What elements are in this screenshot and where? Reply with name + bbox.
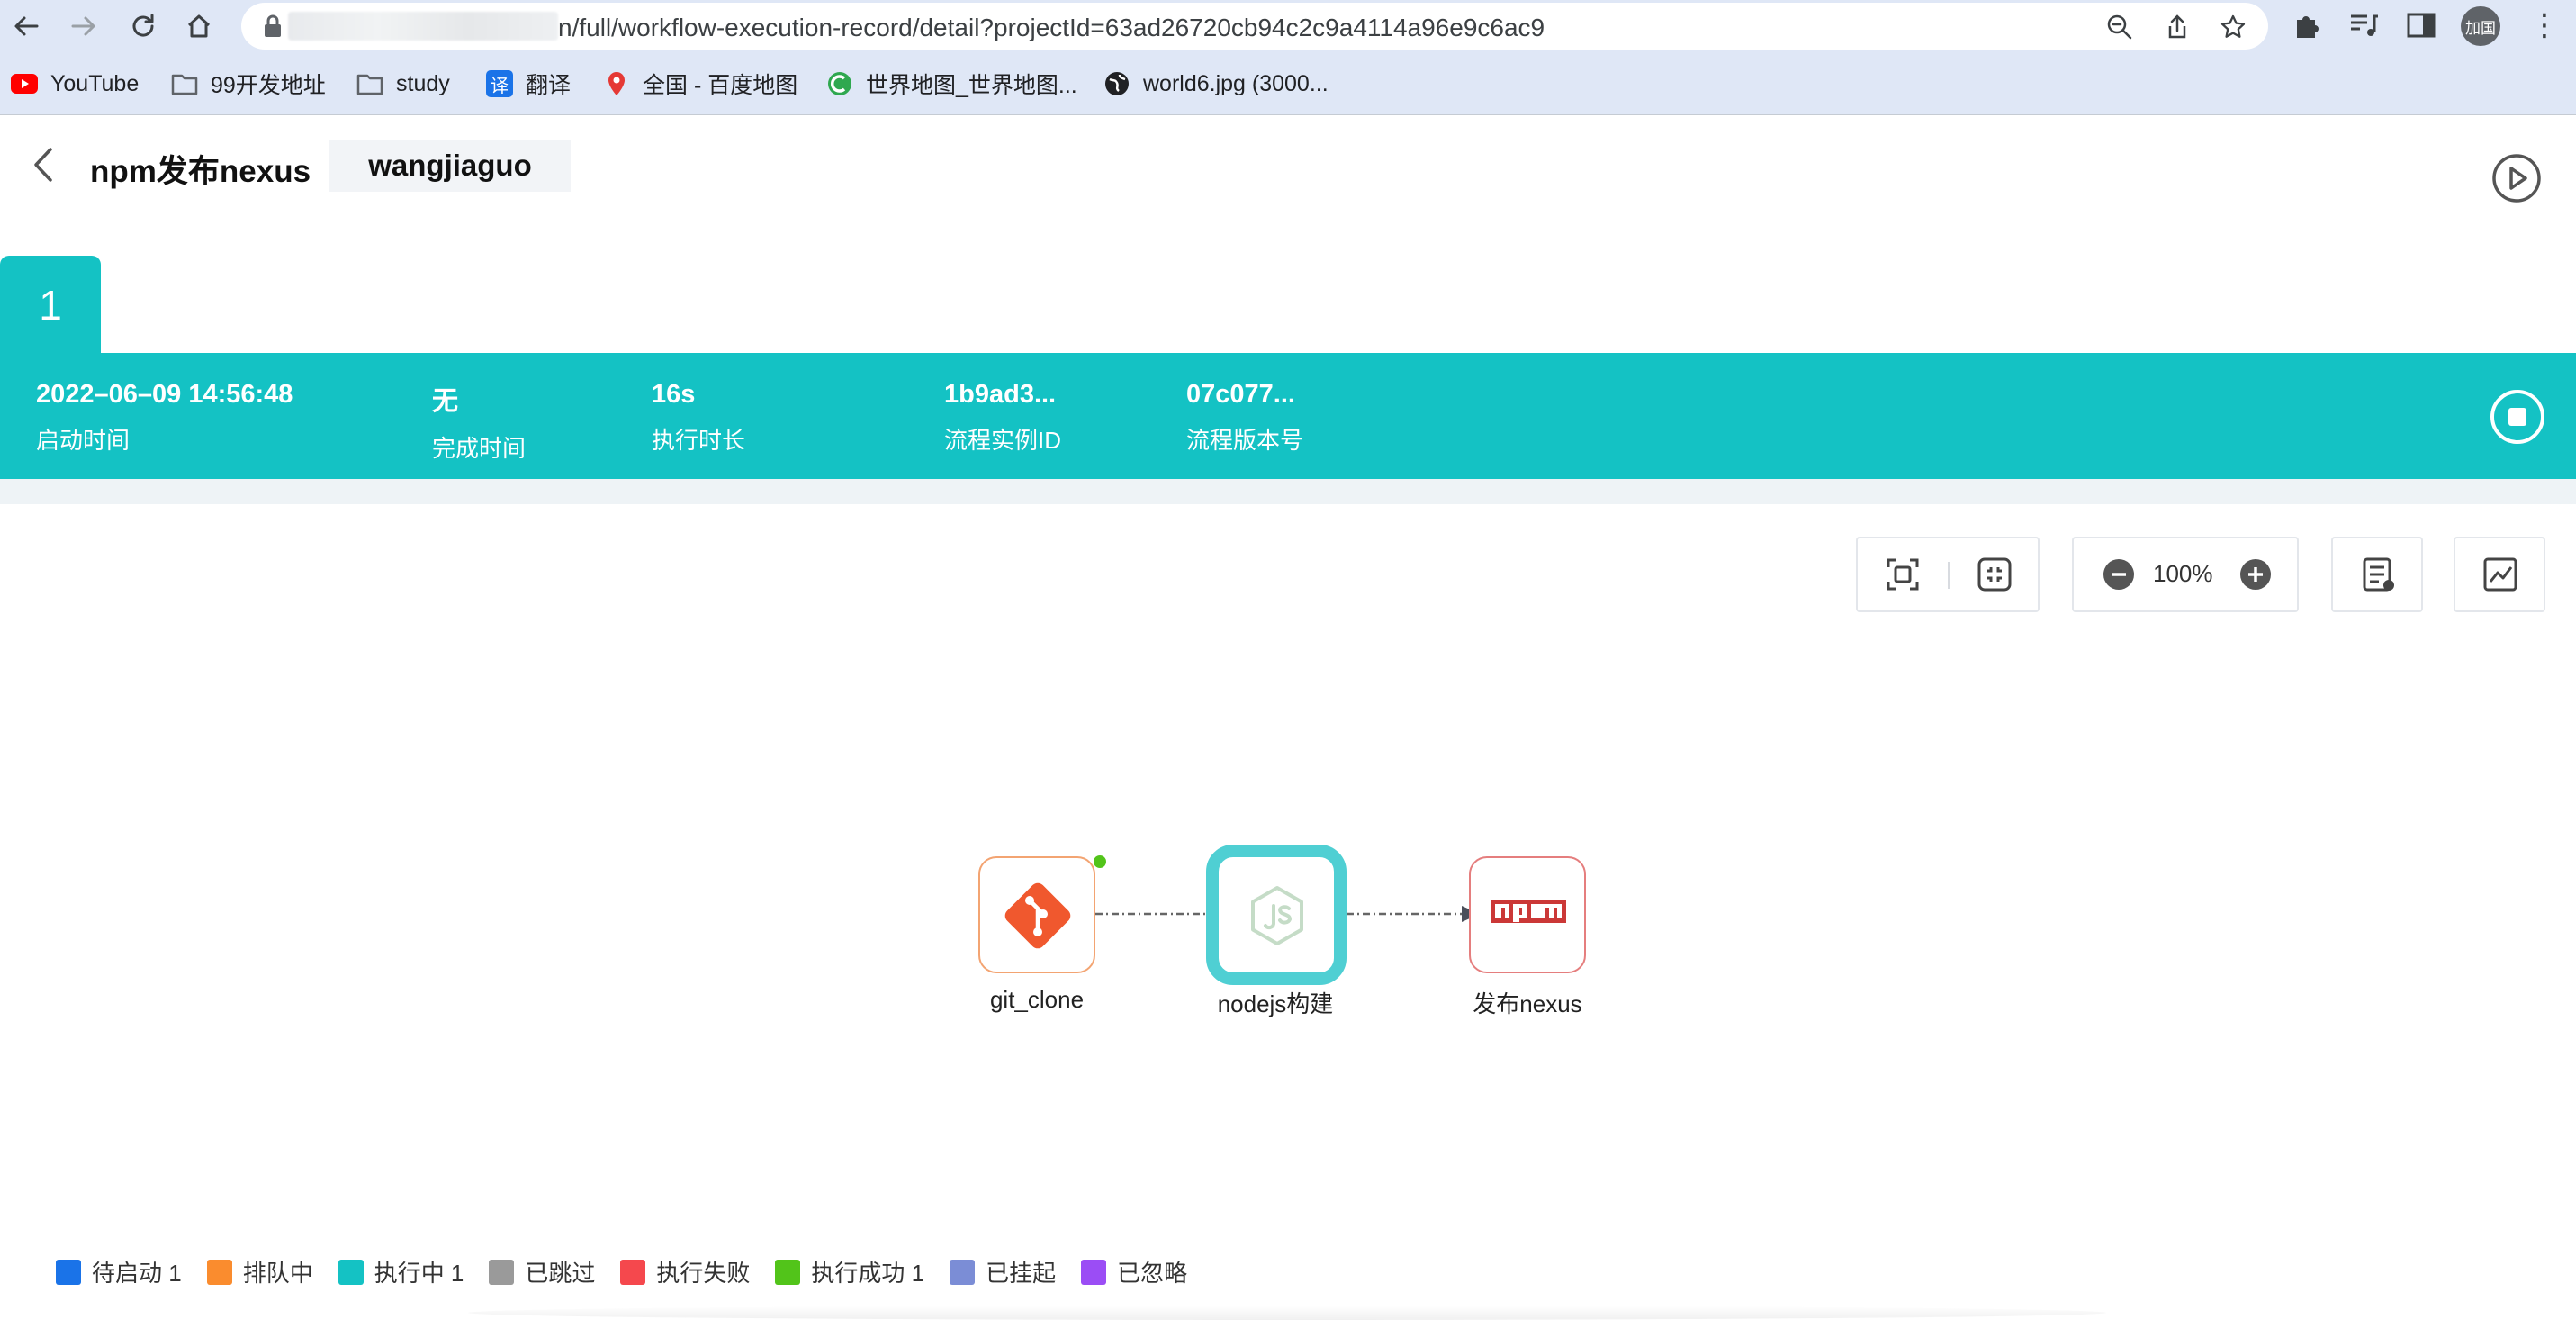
back-arrow-icon[interactable] [29,144,59,185]
back-nav-icon[interactable] [9,9,43,43]
youtube-icon [11,70,38,97]
reload-icon[interactable] [126,9,160,43]
globe-icon [1103,70,1130,97]
flow-node-nodejs[interactable] [1206,845,1347,985]
bookmarks-bar: YouTube 99开发地址 study 译 翻译 全国 - 百度地图 世界地图… [0,52,2576,115]
flow-node-git-clone[interactable] [978,856,1095,973]
log-icon [2363,557,2394,592]
npm-icon [1491,900,1566,923]
forward-nav-icon[interactable] [67,9,101,43]
extensions-puzzle-icon[interactable] [2290,9,2322,41]
run-pipeline-icon[interactable] [2491,153,2542,203]
translate-icon: 译 [486,70,513,97]
bookmark-world-map[interactable]: 世界地图_世界地图... [826,67,1077,101]
fullscreen-icon[interactable] [1885,556,1921,592]
chart-button[interactable] [2454,537,2545,612]
browser-menu-icon[interactable]: ⋮ [2529,7,2560,43]
browser-toolbar: n/full/workflow-execution-record/detail?… [0,0,2576,52]
section-divider [0,479,2576,504]
flow-node-publish-nexus[interactable] [1469,856,1586,973]
side-panel-icon[interactable] [2405,9,2437,41]
status-dot [1094,855,1106,868]
info-finish-time: 无 完成时间 [432,387,527,462]
user-tag: wangjiaguo [329,140,571,192]
folder-icon [356,70,383,97]
url-text[interactable]: n/full/workflow-execution-record/detail?… [558,14,1545,42]
url-host-redacted [288,12,558,41]
bookmark-study[interactable]: study [356,67,450,101]
media-control-icon[interactable] [2347,9,2380,41]
legend-swatch [620,1259,646,1285]
bottom-shadow [468,1306,2106,1320]
pipeline-title: npm发布nexus [90,154,311,189]
fit-tools-group [1856,537,2040,612]
legend-swatch [56,1259,81,1285]
build-info-band: 2022–06–09 14:56:48 启动时间 无 完成时间 16s 执行时长… [0,353,2576,479]
toolbar-separator [1948,562,1950,589]
log-button[interactable] [2331,537,2423,612]
legend-failed: 执行失败 [620,1255,750,1288]
legend-swatch [950,1259,976,1285]
fit-view-icon[interactable] [1977,556,2013,592]
git-icon [1004,882,1071,949]
bookmark-99dev[interactable]: 99开发地址 [171,67,326,101]
folder-icon [171,70,198,97]
legend-suspended: 已挂起 [950,1255,1056,1288]
legend-queued: 排队中 [206,1255,313,1288]
zoom-controls: 100% [2072,537,2299,612]
legend-swatch [206,1259,232,1285]
node-label-nodejs: nodejs构建 [1217,990,1334,1017]
profile-avatar[interactable]: 加国 [2461,6,2500,46]
zoom-level: 100% [2153,560,2213,587]
stop-execution-icon[interactable] [2490,389,2545,445]
status-legend: 待启动 1 排队中 执行中 1 已跳过 执行失败 执行成功 1 已挂起 已忽略 [56,1255,1212,1288]
world-map-icon [826,70,853,97]
legend-running: 执行中 1 [338,1255,464,1288]
zoom-out-page-icon[interactable] [2106,14,2133,41]
bookmark-world6[interactable]: world6.jpg (3000... [1103,67,1329,101]
nodejs-icon [1251,886,1303,945]
legend-ignored: 已忽略 [1081,1255,1187,1288]
legend-skipped: 已跳过 [489,1255,595,1288]
info-start-time: 2022–06–09 14:56:48 启动时间 [36,380,293,454]
address-bar[interactable]: n/full/workflow-execution-record/detail?… [241,3,2268,50]
build-tab[interactable]: 1 [0,256,101,355]
legend-pending: 待启动 1 [56,1255,182,1288]
bookmark-translate[interactable]: 译 翻译 [486,67,571,101]
bookmark-star-icon[interactable] [2220,14,2247,41]
share-icon[interactable] [2164,14,2191,41]
info-instance-id: 1b9ad3... 流程实例ID [944,380,1062,454]
legend-succeeded: 执行成功 1 [775,1255,924,1288]
node-label-publish-nexus: 发布nexus [1473,990,1582,1017]
lock-icon[interactable] [263,14,283,39]
bookmark-youtube[interactable]: YouTube [11,67,139,101]
home-icon[interactable] [182,9,216,43]
trend-chart-icon [2483,557,2517,592]
legend-swatch [1081,1259,1107,1285]
info-duration: 16s 执行时长 [652,380,746,454]
info-version: 07c077... 流程版本号 [1186,380,1304,454]
zoom-in-icon[interactable] [2238,556,2274,592]
zoom-out-icon[interactable] [2101,556,2137,592]
baidu-map-icon [603,70,630,97]
legend-swatch [489,1259,515,1285]
legend-swatch [338,1259,364,1285]
node-label-git-clone: git_clone [989,986,1085,1013]
bookmark-baidu-map[interactable]: 全国 - 百度地图 [603,67,797,101]
legend-swatch [775,1259,801,1285]
